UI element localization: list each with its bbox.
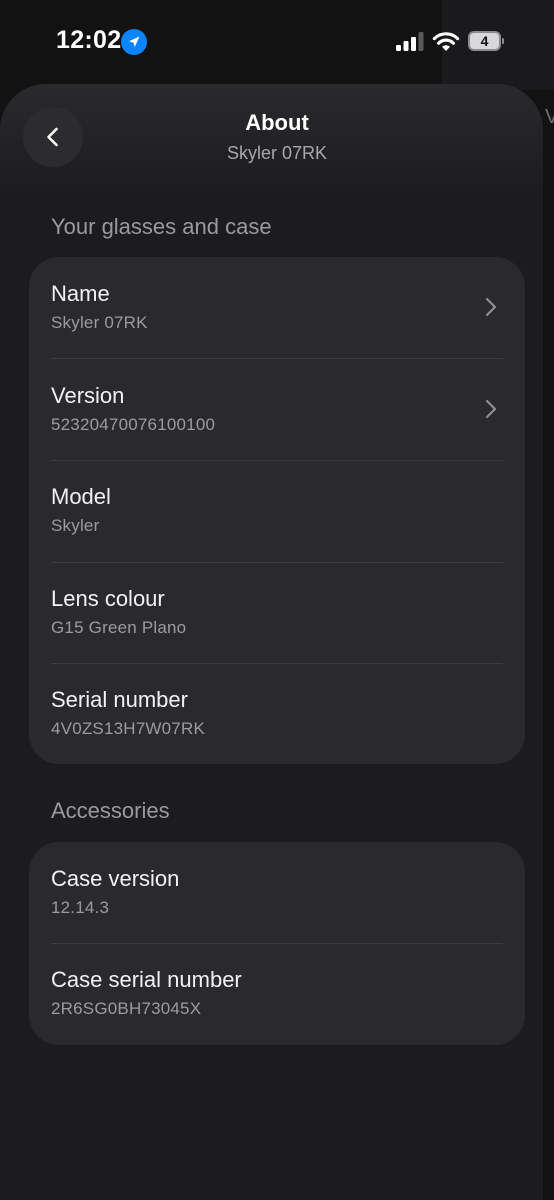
row-value: 4V0ZS13H7W07RK bbox=[51, 719, 205, 738]
case-serial-number-row: Case serial number 2R6SG0BH73045X bbox=[51, 943, 503, 1044]
serial-number-row: Serial number 4V0ZS13H7W07RK bbox=[51, 663, 503, 764]
row-title: Model bbox=[51, 484, 111, 509]
row-title: Version bbox=[51, 383, 125, 408]
background-app-letter: V bbox=[545, 106, 554, 128]
status-time: 12:02 bbox=[56, 26, 122, 54]
accessories-card: Case version 12.14.3 Case serial number … bbox=[29, 842, 525, 1045]
battery-icon: 4 bbox=[468, 31, 504, 51]
location-arrow-icon bbox=[121, 29, 147, 55]
lens-colour-row: Lens colour G15 Green Plano bbox=[51, 562, 503, 663]
version-row[interactable]: Version 52320470076100100 bbox=[51, 359, 503, 460]
row-title: Case version bbox=[51, 866, 180, 891]
row-value: Skyler 07RK bbox=[51, 313, 148, 332]
row-value: 52320470076100100 bbox=[51, 415, 216, 434]
section-heading-glasses: Your glasses and case bbox=[51, 214, 272, 239]
row-value: Skyler bbox=[51, 516, 100, 535]
row-title: Case serial number bbox=[51, 967, 242, 992]
wifi-icon bbox=[432, 32, 460, 51]
status-bar: 12:02 4 bbox=[0, 0, 554, 84]
chevron-right-icon bbox=[485, 399, 497, 419]
name-row[interactable]: Name Skyler 07RK bbox=[51, 257, 503, 358]
row-title: Name bbox=[51, 281, 110, 306]
section-heading-accessories: Accessories bbox=[51, 798, 170, 823]
glasses-card: Name Skyler 07RK Version 523204700761001… bbox=[29, 257, 525, 764]
row-value: 2R6SG0BH73045X bbox=[51, 999, 202, 1018]
page-title: About bbox=[245, 110, 309, 135]
row-value: G15 Green Plano bbox=[51, 618, 187, 637]
row-value: 12.14.3 bbox=[51, 898, 110, 917]
cellular-signal-icon bbox=[396, 32, 424, 51]
about-screen: 12:02 4 V About Skyler 07RK Your glasses… bbox=[0, 0, 554, 1200]
case-version-row: Case version 12.14.3 bbox=[51, 842, 503, 943]
page-subtitle: Skyler 07RK bbox=[226, 143, 328, 163]
row-title: Lens colour bbox=[51, 586, 165, 611]
chevron-right-icon bbox=[485, 297, 497, 317]
row-title: Serial number bbox=[51, 687, 188, 712]
model-row: Model Skyler bbox=[51, 460, 503, 561]
about-sheet: About Skyler 07RK Your glasses and case … bbox=[0, 84, 543, 1200]
battery-level: 4 bbox=[480, 33, 489, 49]
